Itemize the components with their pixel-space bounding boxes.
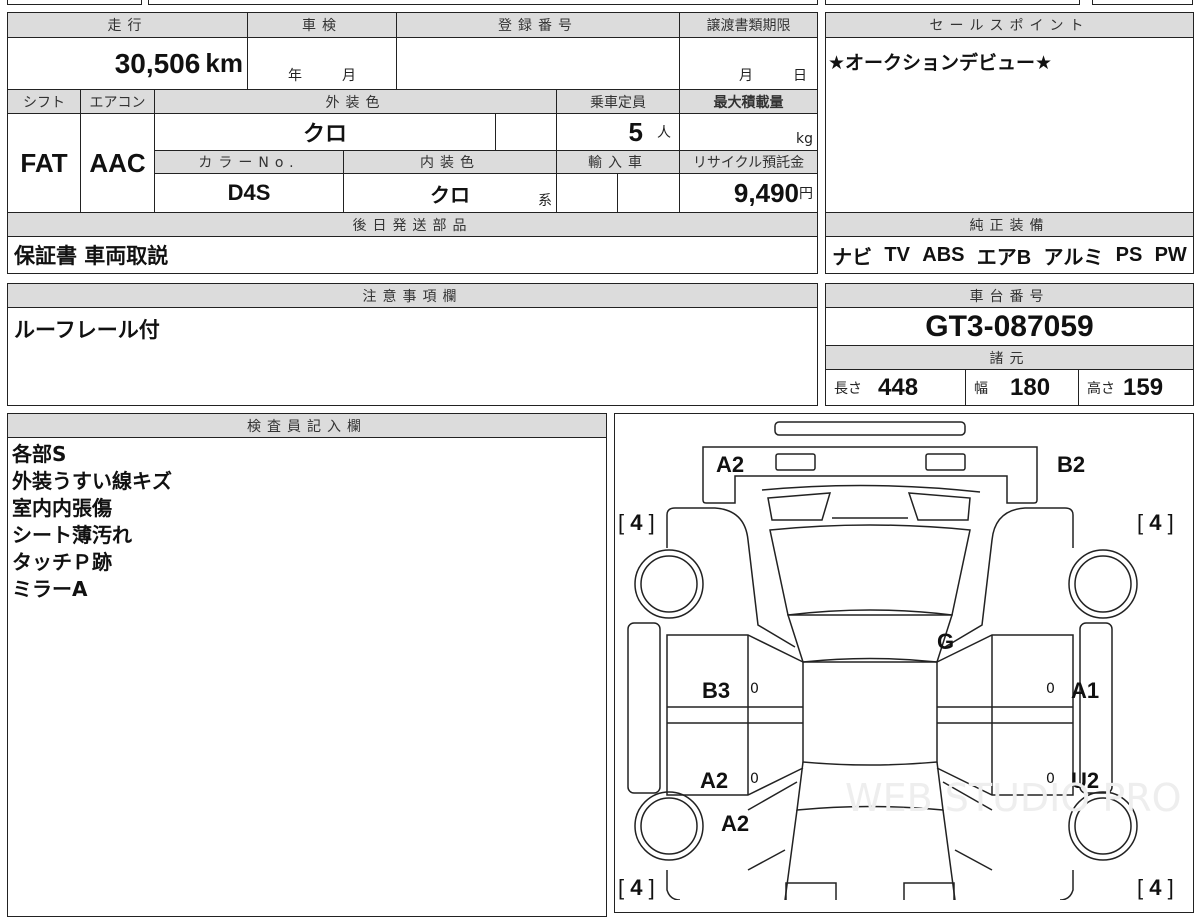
damage-mark: B3 <box>702 678 731 703</box>
tire-depth-rear-left: [ 4 ] <box>618 875 655 900</box>
rear-light-right <box>903 882 955 900</box>
wheel-front-left <box>634 549 704 619</box>
damage-mark: B2 <box>1057 452 1086 477</box>
damage-mark: A2 <box>716 452 745 477</box>
windshield-shape <box>787 609 953 663</box>
tire-depth-front-left: [ 4 ] <box>618 510 655 535</box>
right-body-outline <box>936 507 1074 796</box>
damage-mark: A2 <box>721 811 750 836</box>
zero-mark: 0 <box>1046 681 1055 697</box>
zero-mark: 0 <box>750 681 759 697</box>
tire-depth-rear-right: [ 4 ] <box>1137 875 1174 900</box>
roof-shape <box>802 657 938 766</box>
damage-mark: G <box>937 629 955 654</box>
car-diagram <box>627 421 1138 900</box>
left-doors <box>667 635 803 795</box>
damage-mark: A1 <box>1071 678 1100 703</box>
watermark: WEB STUDIO PRO <box>845 776 1182 820</box>
tire-depth-front-right: [ 4 ] <box>1137 510 1174 535</box>
rear-light-left <box>785 882 837 900</box>
fog-light-left <box>775 453 816 471</box>
wheel-front-right <box>1068 549 1138 619</box>
damage-mark: A2 <box>700 768 729 793</box>
wheel-rear-left <box>634 791 704 861</box>
grille-line <box>761 484 981 493</box>
left-side-skirt <box>627 622 661 794</box>
headlight-left <box>767 492 832 521</box>
fog-light-right <box>925 453 966 471</box>
left-rear-quarter <box>666 781 798 900</box>
left-body-outline <box>666 507 804 796</box>
hood-shape <box>769 524 971 616</box>
zero-mark: 0 <box>750 771 759 787</box>
rear-spoiler-shape <box>774 421 966 436</box>
front-bumper-shape <box>702 446 1038 504</box>
trunk-shape <box>784 809 956 900</box>
headlight-right <box>907 492 971 521</box>
